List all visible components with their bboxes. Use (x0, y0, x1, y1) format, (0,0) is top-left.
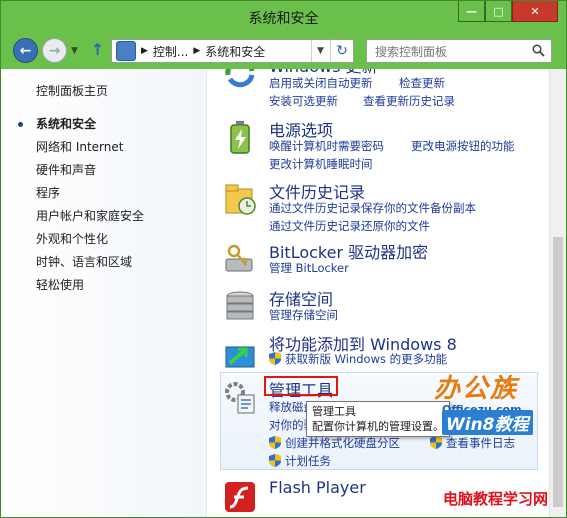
vertical-scrollbar[interactable] (549, 69, 566, 517)
address-bar[interactable]: ▶ 控制... ▶ 系统和安全 ▼ (111, 39, 354, 63)
sidebar-item-network[interactable]: 网络和 Internet (36, 138, 123, 155)
link-get-more-features-label: 获取新版 Windows 的更多功能 (285, 352, 448, 366)
admin-tools-red-highlight (264, 376, 338, 396)
link-format-partitions[interactable]: 创建并格式化硬盘分区 (269, 435, 400, 451)
link-format-partitions-label: 创建并格式化硬盘分区 (285, 436, 400, 450)
tooltip-description: 配置你计算机的管理设置。 (312, 420, 444, 433)
watermark-bottom: 电脑教程学习网 (443, 488, 549, 509)
link-auto-update[interactable]: 启用或关闭自动更新 (269, 75, 373, 91)
sidebar-item-appearance[interactable]: 外观和个性化 (36, 230, 108, 247)
link-manage-storage[interactable]: 管理存储空间 (269, 307, 338, 323)
main-pane: Windows 更新 启用或关闭自动更新 检查更新 安装可选更新 查看更新历史记… (208, 69, 549, 517)
link-optional-updates[interactable]: 安装可选更新 (269, 93, 338, 109)
breadcrumb-separator-icon[interactable]: ▶ (141, 46, 148, 56)
add-features-icon (225, 346, 255, 368)
watermark-brand: 办公族 Officezu.com (434, 368, 522, 416)
breadcrumb-control-panel[interactable]: 控制... (153, 43, 188, 60)
admin-tools-icon (225, 382, 255, 414)
link-event-logs-label: 查看事件日志 (446, 436, 515, 450)
search-icon[interactable] (532, 44, 545, 57)
current-item-bullet-icon (18, 122, 23, 127)
uac-shield-icon (269, 454, 281, 467)
search-input[interactable]: 搜索控制面板 (366, 39, 552, 63)
content-area: 控制面板主页 系统和安全 网络和 Internet 硬件和声音 程序 用户帐户和… (1, 69, 566, 517)
link-scheduled-tasks-label: 计划任务 (285, 454, 331, 468)
link-check-updates[interactable]: 检查更新 (399, 75, 445, 91)
maximize-button[interactable]: □ (485, 1, 512, 22)
minimize-button[interactable]: — (458, 1, 485, 22)
link-scheduled-tasks[interactable]: 计划任务 (269, 453, 331, 469)
bitlocker-key-icon (225, 244, 253, 272)
link-update-history[interactable]: 查看更新历史记录 (363, 93, 455, 109)
sidebar-item-clock-region[interactable]: 时钟、语言和区域 (36, 253, 132, 270)
sidebar-item-hardware[interactable]: 硬件和声音 (36, 161, 96, 178)
forward-button[interactable]: → (42, 38, 67, 63)
search-placeholder: 搜索控制面板 (375, 44, 448, 59)
refresh-button[interactable]: ↻ (330, 39, 354, 63)
watermark-badge: Win8教程 (442, 410, 533, 435)
uac-shield-icon (430, 436, 442, 449)
sidebar-item-system-security[interactable]: 系统和安全 (36, 115, 96, 132)
battery-icon (230, 121, 250, 154)
link-wake-password[interactable]: 唤醒计算机时需要密码 (269, 138, 384, 154)
uac-shield-icon (269, 436, 281, 449)
link-file-restore[interactable]: 通过文件历史记录还原你的文件 (269, 218, 430, 234)
admin-tools-tooltip: 管理工具 配置你计算机的管理设置。 (306, 401, 450, 437)
flash-player-icon (225, 482, 255, 512)
up-button[interactable]: ↑ (91, 40, 104, 59)
window-controls: — □ ✕ (458, 1, 558, 22)
control-panel-window: 系统和安全 — □ ✕ ← → ▼ ↑ ▶ 控制... ▶ 系统和安全 ▼ ↻ … (0, 0, 567, 518)
recent-locations-dropdown[interactable]: ▼ (71, 46, 78, 56)
sidebar-item-user-accounts[interactable]: 用户帐户和家庭安全 (36, 207, 144, 224)
sidebar: 控制面板主页 系统和安全 网络和 Internet 硬件和声音 程序 用户帐户和… (1, 69, 207, 517)
watermark-brand-name: 办公族 (434, 374, 519, 404)
sidebar-item-home[interactable]: 控制面板主页 (36, 82, 108, 99)
link-manage-bitlocker[interactable]: 管理 BitLocker (269, 260, 349, 276)
storage-spaces-icon (226, 291, 254, 320)
file-history-icon (225, 184, 256, 215)
address-dropdown-icon[interactable]: ▼ (311, 40, 329, 62)
close-button[interactable]: ✕ (512, 1, 558, 22)
breadcrumb-system-security[interactable]: 系统和安全 (205, 43, 265, 60)
link-file-backup[interactable]: 通过文件历史记录保存你的文件备份副本 (269, 200, 476, 216)
breadcrumb-separator-icon[interactable]: ▶ (193, 46, 200, 56)
section-title-flash-player[interactable]: Flash Player (269, 478, 366, 497)
title-bar[interactable]: 系统和安全 — □ ✕ (1, 1, 566, 33)
control-panel-icon (116, 41, 136, 61)
link-get-more-features[interactable]: 获取新版 Windows 的更多功能 (269, 351, 447, 367)
sidebar-item-ease-of-access[interactable]: 轻松使用 (36, 276, 84, 293)
link-sleep-time[interactable]: 更改计算机睡眠时间 (269, 156, 373, 172)
tooltip-title: 管理工具 (312, 405, 356, 418)
link-power-button[interactable]: 更改电源按钮的功能 (411, 138, 515, 154)
back-button[interactable]: ← (13, 38, 38, 63)
sidebar-item-programs[interactable]: 程序 (36, 184, 60, 201)
windows-update-icon (225, 69, 255, 88)
navigation-bar: ← → ▼ ↑ ▶ 控制... ▶ 系统和安全 ▼ ↻ 搜索控制面板 (1, 33, 566, 69)
uac-shield-icon (269, 352, 281, 365)
link-event-logs[interactable]: 查看事件日志 (430, 435, 515, 451)
scrollbar-thumb[interactable] (553, 237, 563, 507)
